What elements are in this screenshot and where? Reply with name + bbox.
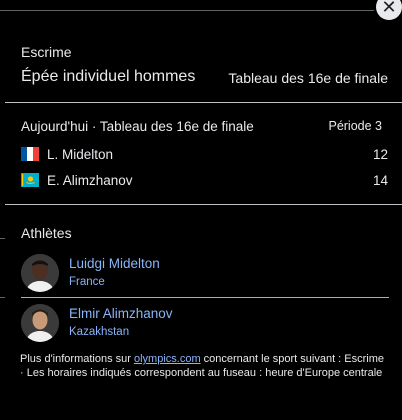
competitor-row[interactable]: E. Alimzhanov 14 <box>21 170 388 190</box>
athlete-name[interactable]: Elmir Alimzhanov <box>69 306 173 321</box>
left-edge-mark <box>0 238 5 239</box>
competitor-score: 12 <box>372 146 388 162</box>
avatar <box>21 254 59 292</box>
round-label: Tableau des 16e de finale <box>228 70 388 86</box>
info-prefix: Plus d'informations sur <box>20 353 134 365</box>
athlete-item[interactable]: Luidgi Midelton France <box>21 254 389 294</box>
athlete-country: France <box>69 276 105 288</box>
timezone-note: · Les horaires indiqués correspondent au… <box>20 367 383 379</box>
info-text: Plus d'informations sur olympics.com con… <box>20 352 390 380</box>
section-divider <box>5 102 402 103</box>
athlete-item[interactable]: Elmir Alimzhanov Kazakhstan <box>21 304 389 344</box>
competitor-score: 14 <box>372 172 388 188</box>
athlete-country: Kazakhstan <box>69 326 130 338</box>
competitor-row[interactable]: L. Midelton 12 <box>21 144 388 164</box>
avatar <box>21 304 59 342</box>
athlete-divider <box>21 297 389 298</box>
match-date-label: Aujourd'hui · Tableau des 16e de finale <box>21 119 254 134</box>
competitor-name: L. Midelton <box>47 146 114 162</box>
section-divider <box>5 204 402 205</box>
event-title: Épée individuel hommes <box>21 68 196 85</box>
competitor-name: E. Alimzhanov <box>47 172 133 188</box>
olympics-link[interactable]: olympics.com <box>134 353 201 365</box>
period-label: Période 3 <box>328 119 382 133</box>
close-icon: ✕ <box>381 0 397 17</box>
top-divider <box>0 10 374 11</box>
france-flag-icon <box>21 147 39 161</box>
athlete-name[interactable]: Luidgi Midelton <box>69 256 160 271</box>
info-suffix: concernant le sport suivant : Escrime <box>200 353 385 365</box>
athletes-heading: Athlètes <box>21 225 72 241</box>
kazakhstan-flag-icon <box>21 173 39 187</box>
close-button[interactable]: ✕ <box>376 0 402 20</box>
sport-title: Escrime <box>21 44 72 60</box>
left-edge-mark <box>0 297 5 298</box>
